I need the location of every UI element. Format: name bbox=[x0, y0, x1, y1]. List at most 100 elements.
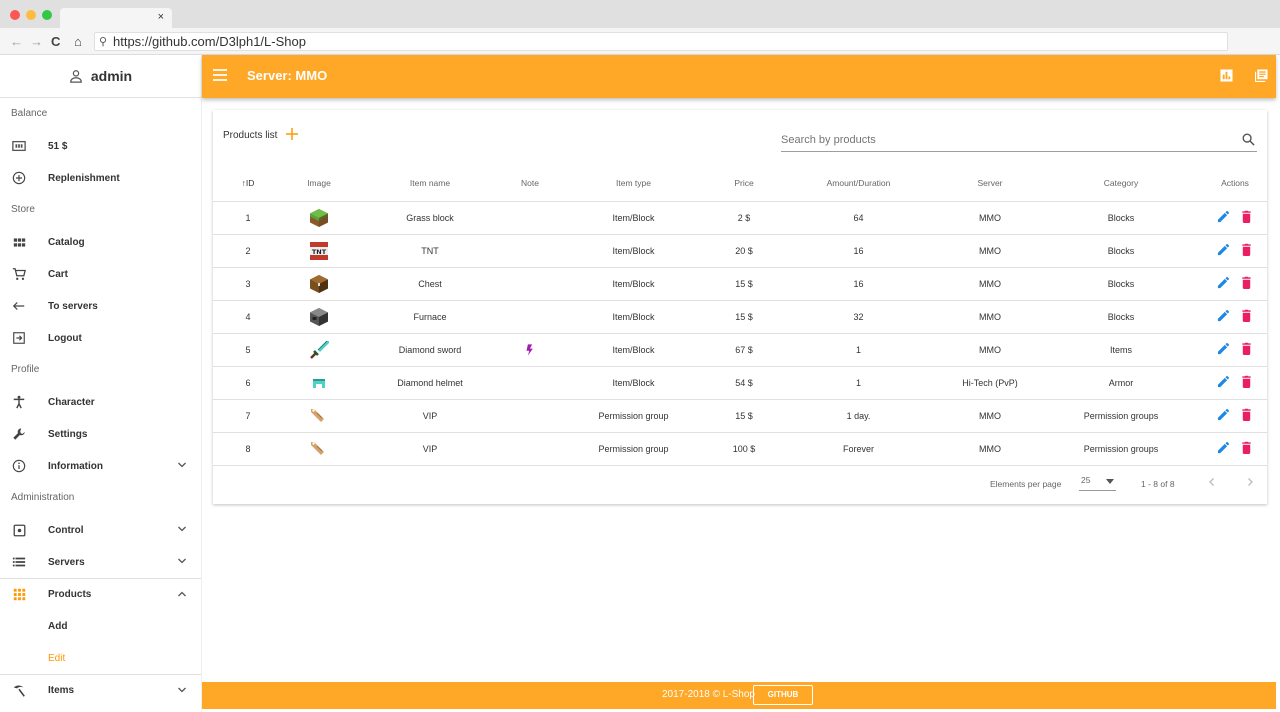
cell-price: 54 $ bbox=[712, 366, 776, 400]
sidebar-item-cart[interactable]: Cart bbox=[0, 258, 201, 290]
cell-type: Item/Block bbox=[555, 333, 712, 367]
sidebar-item-control[interactable]: Control bbox=[0, 514, 201, 546]
sidebar-item-balance: 51 $ bbox=[0, 130, 201, 162]
sidebar-item-products[interactable]: Products bbox=[0, 578, 201, 610]
name-tag-icon bbox=[309, 439, 329, 459]
sidebar-item-label: Settings bbox=[48, 428, 88, 440]
maximize-window-button[interactable] bbox=[42, 10, 52, 20]
footer: 2017-2018 © L-Shop GITHUB bbox=[202, 682, 1276, 709]
search-input[interactable]: Search by products bbox=[781, 132, 1257, 152]
sidebar-item-add[interactable]: Add bbox=[0, 610, 201, 642]
delete-icon[interactable] bbox=[1240, 342, 1253, 355]
tnt-icon: TNT bbox=[309, 241, 329, 261]
browser-tab[interactable]: × bbox=[60, 8, 172, 28]
close-window-button[interactable] bbox=[10, 10, 20, 20]
wallet-icon bbox=[11, 138, 27, 154]
chevron-down-icon bbox=[178, 687, 186, 693]
delete-icon[interactable] bbox=[1240, 441, 1253, 454]
cell-id: 6 bbox=[213, 366, 283, 400]
next-page-icon[interactable] bbox=[1245, 477, 1255, 487]
column-header-image[interactable]: Image bbox=[283, 165, 355, 202]
cell-actions bbox=[1203, 333, 1267, 367]
cell-category: Permission groups bbox=[1039, 432, 1203, 466]
cell-category: Items bbox=[1039, 333, 1203, 367]
back-icon[interactable]: ← bbox=[10, 34, 23, 49]
sidebar-item-edit[interactable]: Edit bbox=[0, 642, 201, 674]
home-icon[interactable]: ⌂ bbox=[74, 34, 82, 49]
cell-name: Grass block bbox=[355, 201, 505, 235]
prev-page-icon[interactable] bbox=[1207, 477, 1217, 487]
sidebar-item-character[interactable]: Character bbox=[0, 386, 201, 418]
minimize-window-button[interactable] bbox=[26, 10, 36, 20]
section-administration: Administration bbox=[11, 492, 75, 503]
news-icon[interactable] bbox=[1255, 69, 1268, 82]
delete-icon[interactable] bbox=[1240, 243, 1253, 256]
column-header-name[interactable]: Item name bbox=[355, 165, 505, 202]
table-row: 3 Chest Item/Block 15 $16 MMO Blocks bbox=[213, 267, 1267, 301]
sidebar-item-to-servers[interactable]: To servers bbox=[0, 290, 201, 322]
arrow-back-icon bbox=[11, 298, 27, 314]
github-button[interactable]: GITHUB bbox=[753, 685, 813, 705]
edit-icon[interactable] bbox=[1217, 375, 1230, 388]
add-product-icon[interactable] bbox=[285, 127, 299, 141]
cell-price: 20 $ bbox=[712, 234, 776, 268]
cell-id: 1 bbox=[213, 201, 283, 235]
info-icon bbox=[11, 458, 27, 474]
cell-note bbox=[505, 366, 555, 400]
delete-icon[interactable] bbox=[1240, 210, 1253, 223]
column-header-server[interactable]: Server bbox=[941, 165, 1039, 202]
edit-icon[interactable] bbox=[1217, 408, 1230, 421]
cell-price: 100 $ bbox=[712, 432, 776, 466]
cell-image bbox=[283, 333, 355, 367]
cell-actions bbox=[1203, 300, 1267, 334]
sidebar-item-information[interactable]: Information bbox=[0, 450, 201, 482]
reload-icon[interactable]: C bbox=[51, 34, 60, 49]
add-circle-icon bbox=[11, 170, 27, 186]
sidebar-item-servers[interactable]: Servers bbox=[0, 546, 201, 578]
delete-icon[interactable] bbox=[1240, 408, 1253, 421]
cell-amount: 1 day. bbox=[776, 399, 941, 433]
column-header-id[interactable]: ↑ID bbox=[213, 165, 283, 202]
chart-icon[interactable] bbox=[1220, 69, 1233, 82]
tab-close-icon[interactable]: × bbox=[158, 11, 164, 23]
address-bar[interactable]: ⚲ https://github.com/D3lph1/L-Shop bbox=[94, 32, 1228, 51]
sidebar-item-settings[interactable]: Settings bbox=[0, 418, 201, 450]
sidebar-item-label: Catalog bbox=[48, 236, 85, 248]
menu-icon[interactable] bbox=[213, 69, 227, 81]
sidebar-item-label: To servers bbox=[48, 300, 98, 312]
sidebar-item-label: Logout bbox=[48, 332, 82, 344]
table-row: 7 VIP Permission group 15 $1 day. MMO Permiss… bbox=[213, 399, 1267, 433]
chevron-up-icon bbox=[178, 591, 186, 597]
column-header-note[interactable]: Note bbox=[505, 165, 555, 202]
delete-icon[interactable] bbox=[1240, 375, 1253, 388]
column-header-amount[interactable]: Amount/Duration bbox=[776, 165, 941, 202]
sidebar-item-catalog[interactable]: Catalog bbox=[0, 226, 201, 258]
edit-icon[interactable] bbox=[1217, 243, 1230, 256]
control-icon bbox=[11, 522, 27, 538]
column-header-type[interactable]: Item type bbox=[555, 165, 712, 202]
table-row: 4 Furnace Item/Block 15 $32 MMO Blocks bbox=[213, 300, 1267, 334]
sidebar-item-replenishment[interactable]: Replenishment bbox=[0, 162, 201, 194]
pickaxe-icon bbox=[11, 683, 27, 699]
column-header-category[interactable]: Category bbox=[1039, 165, 1203, 202]
edit-icon[interactable] bbox=[1217, 309, 1230, 322]
chevron-down-icon bbox=[178, 558, 186, 564]
edit-icon[interactable] bbox=[1217, 210, 1230, 223]
edit-icon[interactable] bbox=[1217, 276, 1230, 289]
cell-name: Diamond helmet bbox=[355, 366, 505, 400]
sidebar-item-logout[interactable]: Logout bbox=[0, 322, 201, 354]
footer-text: 2017-2018 © L-Shop bbox=[662, 689, 755, 700]
delete-icon[interactable] bbox=[1240, 309, 1253, 322]
grid-icon bbox=[11, 234, 27, 250]
edit-icon[interactable] bbox=[1217, 441, 1230, 454]
column-header-price[interactable]: Price bbox=[712, 165, 776, 202]
cell-amount: 16 bbox=[776, 234, 941, 268]
forward-icon[interactable]: → bbox=[30, 34, 43, 49]
sidebar-item-items[interactable]: Items bbox=[0, 674, 201, 706]
delete-icon[interactable] bbox=[1240, 276, 1253, 289]
cell-name: Furnace bbox=[355, 300, 505, 334]
search-icon[interactable] bbox=[1242, 133, 1255, 146]
per-page-select[interactable]: 25 bbox=[1079, 475, 1116, 491]
logout-icon bbox=[11, 330, 27, 346]
edit-icon[interactable] bbox=[1217, 342, 1230, 355]
